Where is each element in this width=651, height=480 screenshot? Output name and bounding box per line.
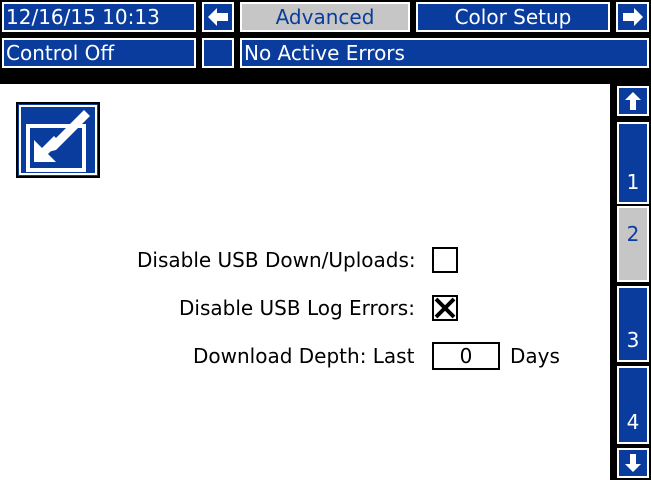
tab-color-setup[interactable]: Color Setup — [415, 1, 611, 33]
error-status: No Active Errors — [239, 37, 650, 69]
usb-log-errors-label: Disable USB Log Errors: — [179, 296, 415, 320]
control-status: Control Off — [1, 37, 197, 69]
next-screen-button[interactable] — [615, 1, 650, 33]
left-arrow-icon — [208, 8, 228, 26]
usb-download-label: Disable USB Down/Uploads: — [137, 248, 416, 272]
page-button-3[interactable]: 3 — [616, 285, 650, 363]
up-arrow-icon — [625, 92, 641, 110]
scroll-up-button[interactable] — [616, 85, 650, 117]
scroll-down-button[interactable] — [616, 447, 650, 479]
download-depth-label: Download Depth: Last — [193, 344, 415, 368]
edit-icon — [19, 105, 97, 175]
check-x-icon — [434, 297, 456, 319]
down-arrow-icon — [625, 454, 641, 472]
edit-button[interactable] — [16, 102, 100, 178]
page-button-2[interactable]: 2 — [616, 205, 650, 283]
right-arrow-icon — [622, 8, 643, 26]
usb-download-checkbox[interactable] — [432, 247, 458, 273]
download-depth-unit: Days — [510, 344, 560, 368]
datetime-display: 12/16/15 10:13 — [1, 1, 197, 33]
status-indicator — [201, 37, 235, 69]
download-depth-input[interactable]: 0 — [432, 342, 500, 370]
page-button-4[interactable]: 4 — [616, 365, 650, 445]
page-button-1[interactable]: 1 — [616, 121, 650, 205]
tab-advanced[interactable]: Advanced — [239, 1, 411, 33]
usb-log-errors-checkbox[interactable] — [432, 295, 458, 321]
main-panel: Disable USB Down/Uploads: Disable USB Lo… — [0, 84, 610, 480]
prev-screen-button[interactable] — [201, 1, 235, 33]
